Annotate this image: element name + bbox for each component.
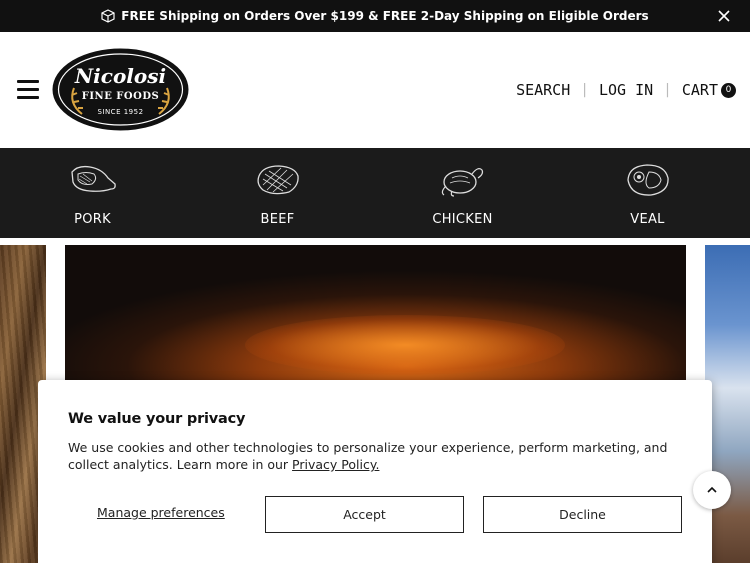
chevron-up-icon[interactable] <box>693 471 731 509</box>
nav-divider: | <box>665 82 670 98</box>
pork-chop-icon <box>70 165 116 192</box>
close-icon[interactable] <box>716 8 732 24</box>
category-label: CHICKEN <box>432 212 493 227</box>
steak-icon <box>256 165 299 195</box>
search-link[interactable]: SEARCH <box>516 81 570 99</box>
logo-since: SINCE 1952 <box>97 108 144 116</box>
nicolosi-logo[interactable]: Nicolosi FINE FOODS SINCE 1952 <box>52 48 189 131</box>
roast-chicken-icon <box>441 168 483 197</box>
category-beef[interactable]: BEEF <box>185 148 370 238</box>
login-link[interactable]: LOG IN <box>599 81 653 99</box>
privacy-banner: We value your privacy We use cookies and… <box>38 380 712 563</box>
fire-glow <box>245 315 565 375</box>
announcement-text: FREE Shipping on Orders Over $199 & FREE… <box>121 9 649 23</box>
box-icon <box>101 9 115 23</box>
cart-label: CART <box>681 81 718 99</box>
cart-link[interactable]: CART 0 <box>682 81 736 99</box>
privacy-body: We use cookies and other technologies to… <box>68 439 688 473</box>
veal-cut-icon <box>626 164 669 196</box>
category-label: VEAL <box>630 212 665 227</box>
category-chicken[interactable]: CHICKEN <box>370 148 555 238</box>
privacy-policy-link[interactable]: Privacy Policy. <box>292 457 379 472</box>
category-pork[interactable]: PORK <box>0 148 185 238</box>
manage-preferences-link[interactable]: Manage preferences <box>97 505 225 520</box>
category-bar: PORK BEEF CHICKEN VEAL <box>0 148 750 238</box>
accept-button[interactable]: Accept <box>265 496 464 533</box>
logo-tagline: FINE FOODS <box>81 91 160 102</box>
category-label: PORK <box>74 212 111 227</box>
category-label: BEEF <box>260 212 295 227</box>
nav-divider: | <box>582 82 587 98</box>
header-nav: SEARCH | LOG IN | CART 0 <box>516 81 736 99</box>
logo-badge <box>52 48 189 131</box>
site-header: Nicolosi FINE FOODS SINCE 1952 SEARCH | … <box>0 32 750 148</box>
hamburger-menu-icon[interactable] <box>17 80 39 100</box>
category-veal[interactable]: VEAL <box>555 148 740 238</box>
decline-button[interactable]: Decline <box>483 496 682 533</box>
announcement-bar: FREE Shipping on Orders Over $199 & FREE… <box>0 0 750 32</box>
logo-name: Nicolosi <box>74 64 167 88</box>
cart-count-badge: 0 <box>721 83 736 98</box>
privacy-title: We value your privacy <box>68 411 246 427</box>
